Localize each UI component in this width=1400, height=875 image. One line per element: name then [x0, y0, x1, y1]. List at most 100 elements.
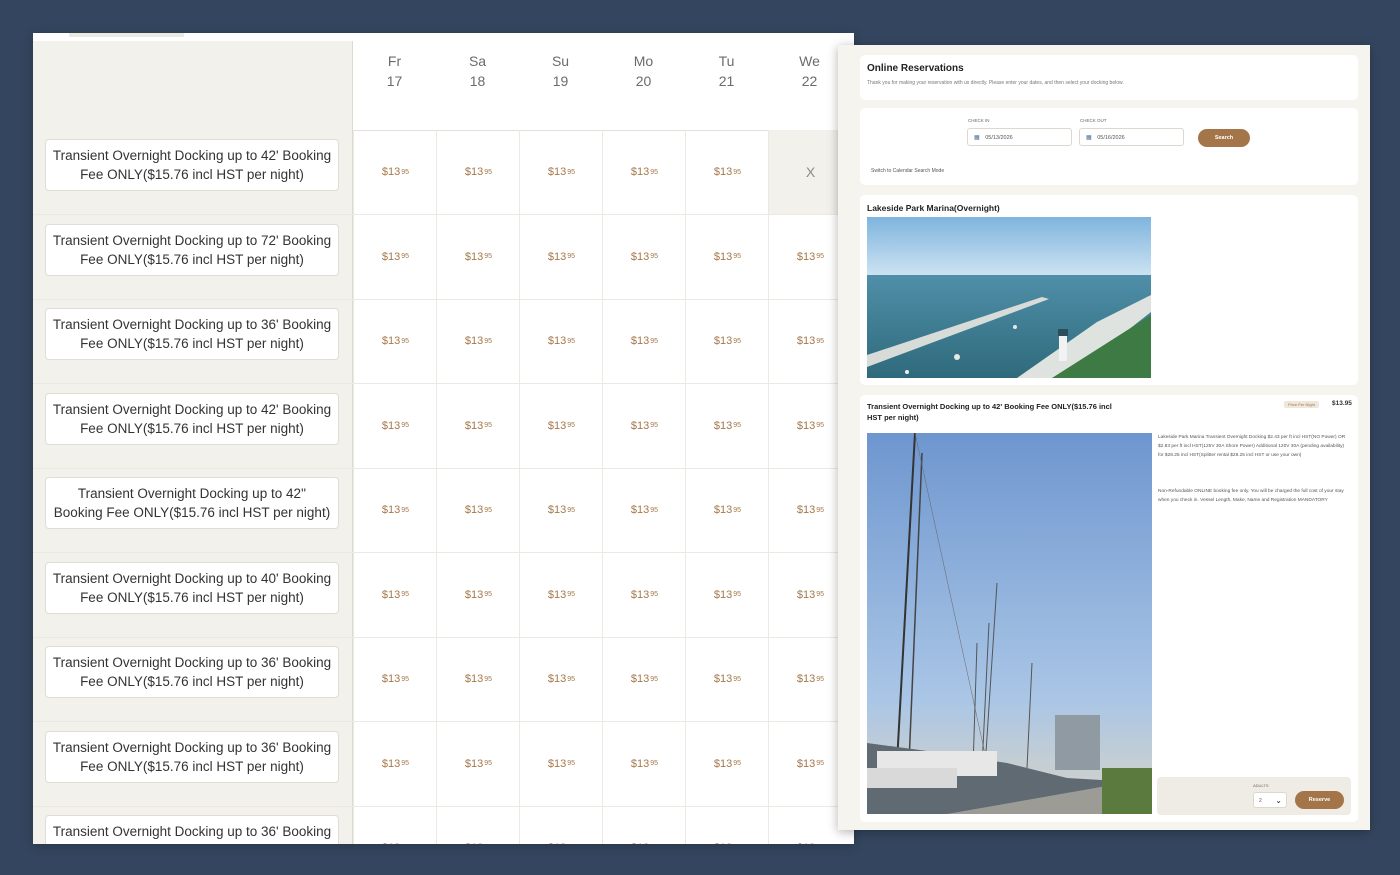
price-dollars: $13: [381, 250, 401, 263]
price-cell[interactable]: $1395: [353, 383, 437, 468]
check-out-value: 05/16/2026: [1097, 135, 1125, 141]
docking-type-label[interactable]: Transient Overnight Docking up to 36' Bo…: [45, 308, 339, 360]
check-out-input[interactable]: ▦ 05/16/2026: [1079, 128, 1184, 146]
day-header: Su 19: [519, 41, 602, 130]
price-cents: 95: [484, 760, 493, 767]
table-row: Transient Overnight Docking up to 42' Bo…: [33, 383, 854, 469]
docking-type-label[interactable]: Transient Overnight Docking up to 42'' B…: [45, 477, 339, 529]
date-search-card: CHECK IN ▦ 05/13/2026 CHECK OUT ▦ 05/16/…: [860, 108, 1358, 185]
price-cell[interactable]: $1395: [685, 299, 769, 383]
price-dollars: $13: [713, 757, 733, 770]
listing-photo: [867, 433, 1152, 814]
price-cell[interactable]: $1395: [436, 721, 520, 806]
adults-value: 2: [1259, 798, 1262, 804]
price-cell[interactable]: $1395: [436, 552, 520, 637]
switch-calendar-mode-link[interactable]: Switch to Calendar Search Mode: [871, 168, 944, 174]
price-cell[interactable]: $1395: [602, 552, 686, 637]
price-cell[interactable]: $1395: [685, 130, 769, 214]
price-cents: 95: [401, 591, 410, 598]
price-cell[interactable]: $1395: [519, 552, 603, 637]
check-in-input[interactable]: ▦ 05/13/2026: [967, 128, 1072, 146]
price-cell[interactable]: $1395: [685, 214, 769, 299]
marina-card: Lakeside Park Marina(Overnight): [860, 195, 1358, 385]
price-cell[interactable]: $1395: [436, 806, 520, 844]
price-cell[interactable]: $1395: [353, 214, 437, 299]
day-date: 17: [386, 73, 403, 89]
price-cell[interactable]: $1395: [519, 806, 603, 844]
reservations-intro-card: Online Reservations Thank you for making…: [860, 55, 1358, 100]
table-row: Transient Overnight Docking up to 36' Bo…: [33, 299, 854, 384]
day-date: 19: [552, 73, 569, 89]
price-cell[interactable]: $1395: [519, 721, 603, 806]
table-row: Transient Overnight Docking up to 40' Bo…: [33, 552, 854, 638]
docking-type-label[interactable]: Transient Overnight Docking up to 72' Bo…: [45, 223, 339, 276]
price-cents: 95: [816, 422, 825, 429]
price-cell[interactable]: $1395: [436, 299, 520, 383]
price-cell[interactable]: $1395: [353, 637, 437, 721]
price-cell[interactable]: $1395: [436, 468, 520, 552]
marina-title: Lakeside Park Marina(Overnight): [867, 203, 1000, 213]
price-dollars: $13: [796, 757, 816, 770]
price-cents: 95: [567, 337, 576, 345]
price-cents: 95: [401, 168, 410, 176]
search-button[interactable]: Search: [1198, 129, 1250, 147]
docking-type-label[interactable]: Transient Overnight Docking up to 36' Bo…: [45, 730, 339, 783]
table-row: Transient Overnight Docking up to 42' Bo…: [33, 130, 854, 215]
docking-type-label[interactable]: Transient Overnight Docking up to 42' Bo…: [45, 392, 339, 445]
price-cell[interactable]: $1395: [436, 637, 520, 721]
day-of-week: Tu: [718, 53, 735, 69]
price-cell[interactable]: $1395: [353, 468, 437, 552]
price-cell[interactable]: $1395: [602, 637, 686, 721]
price-cell[interactable]: $1395: [519, 130, 603, 214]
table-row: Transient Overnight Docking up to 72' Bo…: [33, 214, 854, 300]
price-cents: 95: [567, 506, 576, 514]
calendar-header-corner: [33, 41, 352, 130]
price-cents: 95: [816, 337, 825, 345]
price-dollars: $13: [381, 419, 401, 432]
docking-type-label[interactable]: Transient Overnight Docking up to 36' Bo…: [45, 815, 339, 844]
adults-label: ADULTS: [1253, 783, 1269, 788]
price-cell[interactable]: $1395: [602, 721, 686, 806]
adults-select[interactable]: 2 ⌄: [1253, 792, 1287, 808]
price-cell[interactable]: $1395: [353, 299, 437, 383]
docking-type-label[interactable]: Transient Overnight Docking up to 42' Bo…: [45, 139, 339, 191]
price-cell[interactable]: $1395: [685, 383, 769, 468]
price-cell[interactable]: $1395: [519, 214, 603, 299]
reserve-button[interactable]: Reserve: [1295, 791, 1344, 809]
price-cell[interactable]: $1395: [436, 214, 520, 299]
price-cell[interactable]: $1395: [602, 468, 686, 552]
price-dollars: $13: [713, 504, 733, 516]
price-dollars: $13: [464, 335, 484, 347]
price-cell[interactable]: $1395: [353, 130, 437, 214]
price-cell[interactable]: $1395: [436, 383, 520, 468]
price-cell[interactable]: $1395: [602, 214, 686, 299]
price-cell[interactable]: $1395: [685, 468, 769, 552]
price-cell[interactable]: $1395: [602, 299, 686, 383]
day-date: 20: [635, 73, 652, 89]
docking-type-label[interactable]: Transient Overnight Docking up to 40' Bo…: [45, 561, 339, 614]
price-cents: 95: [401, 422, 410, 429]
day-header: Sa 18: [436, 41, 519, 130]
price-cell[interactable]: $1395: [436, 130, 520, 214]
price-cell[interactable]: $1395: [519, 383, 603, 468]
price-cell[interactable]: $1395: [602, 806, 686, 844]
calendar-header: Fr 17 Sa 18 Su 19 Mo 20 Tu 21 We 22: [33, 41, 854, 131]
price-cell[interactable]: $1395: [519, 637, 603, 721]
price-cents: 95: [733, 337, 742, 345]
price-cents: 95: [733, 506, 742, 514]
price-cell[interactable]: $1395: [519, 299, 603, 383]
price-cell[interactable]: $1395: [519, 468, 603, 552]
price-cell[interactable]: $1395: [353, 552, 437, 637]
price-cents: 95: [650, 506, 659, 514]
price-cell[interactable]: $1395: [685, 721, 769, 806]
price-cell[interactable]: $1395: [602, 383, 686, 468]
price-cell[interactable]: $1395: [353, 806, 437, 844]
price-dollars: $13: [547, 757, 567, 770]
price-cell[interactable]: $1395: [602, 130, 686, 214]
docking-type-label[interactable]: Transient Overnight Docking up to 36' Bo…: [45, 646, 339, 698]
price-cell[interactable]: $1395: [685, 637, 769, 721]
price-cell[interactable]: $1395: [685, 552, 769, 637]
price-cell[interactable]: $1395: [685, 806, 769, 844]
check-in-label: CHECK IN: [968, 118, 990, 123]
price-cell[interactable]: $1395: [353, 721, 437, 806]
